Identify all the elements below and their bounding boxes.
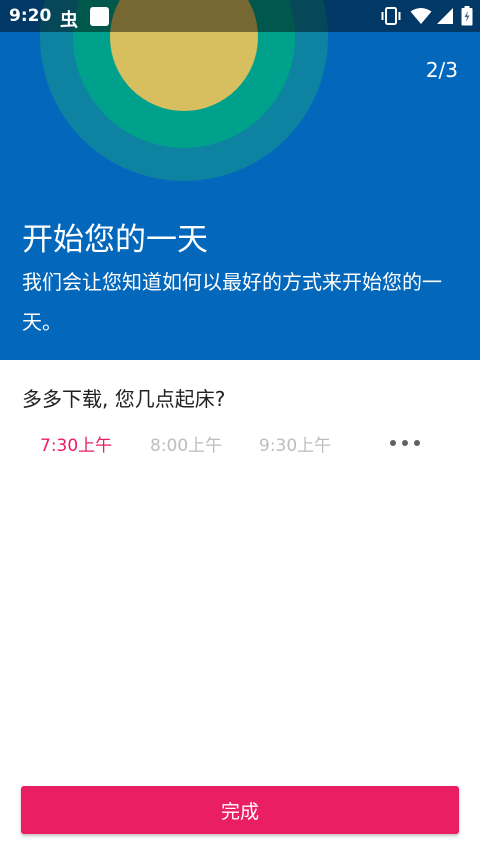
more-options-icon[interactable] [390,429,420,457]
more-dot [414,440,420,446]
signal-icon [436,7,454,29]
wifi-icon [410,7,432,29]
wake-time-options: 7:30上午 8:00上午 9:30上午 [0,425,480,461]
status-bar: 9:20 虫 [0,0,480,32]
wake-option-3[interactable]: 9:30上午 [259,431,331,456]
wake-option-2[interactable]: 8:00上午 [150,431,222,456]
hero-description: 我们会让您知道如何以最好的方式来开始您的一天。 [22,270,442,334]
battery-icon [461,6,473,30]
square-icon [90,7,109,26]
more-dot [402,440,408,446]
hero-title: 开始您的一天 [22,222,208,258]
more-dot [390,440,396,446]
wake-option-1[interactable]: 7:30上午 [40,431,112,456]
bug-icon: 虫 [60,10,78,31]
status-time: 9:20 [9,6,52,26]
wake-time-question: 多多下载, 您几点起床? [22,387,226,411]
vibrate-icon [380,7,402,29]
page-counter: 2/3 [425,58,458,82]
done-button[interactable]: 完成 [21,786,459,834]
hero-banner: 2/3 开始您的一天 我们会让您知道如何以最好的方式来开始您的一天。 [0,0,480,360]
